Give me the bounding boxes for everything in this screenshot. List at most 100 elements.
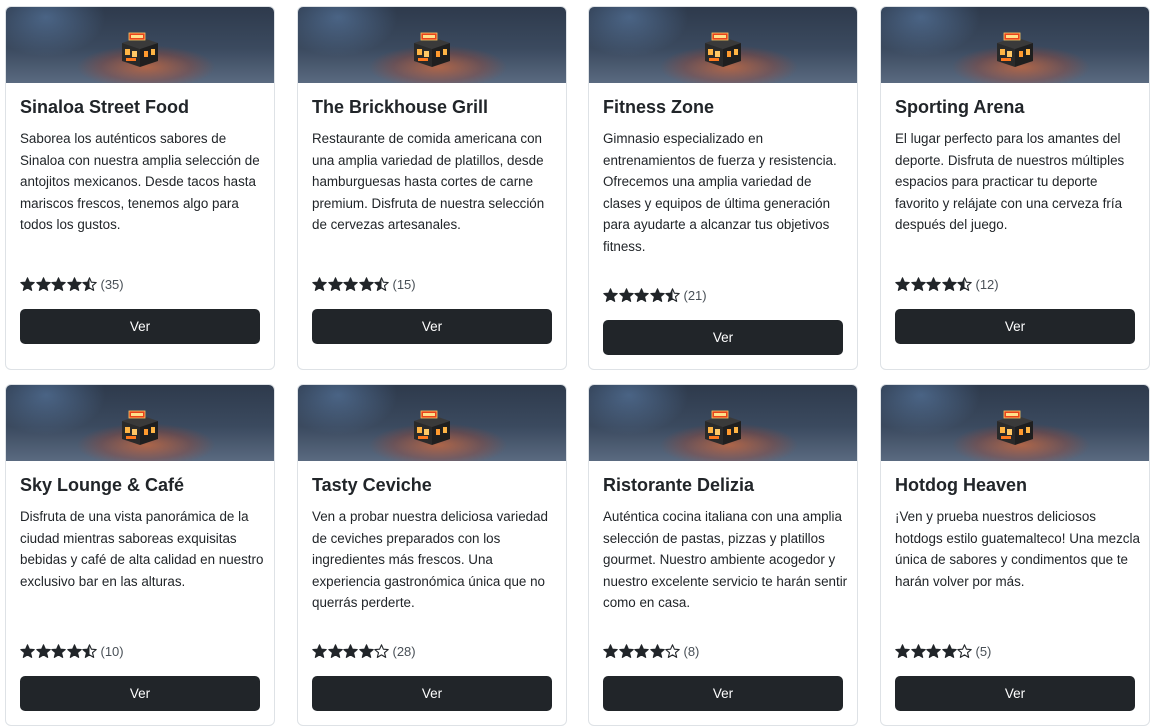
star-empty-icon	[374, 644, 389, 658]
store-open-icon	[705, 32, 741, 67]
view-button[interactable]: Ver	[895, 676, 1135, 711]
star-full-icon	[20, 277, 35, 291]
store-open-icon	[705, 410, 741, 445]
card-image	[6, 385, 274, 461]
review-count: (12)	[975, 277, 999, 292]
star-half-icon	[665, 288, 680, 302]
review-count: (28)	[392, 644, 416, 659]
review-count: (15)	[392, 277, 416, 292]
star-full-icon	[343, 277, 358, 291]
star-full-icon	[51, 277, 66, 291]
star-rating: (12)	[895, 277, 999, 292]
star-rating: (28)	[312, 644, 416, 659]
review-count: (35)	[100, 277, 124, 292]
view-button[interactable]: Ver	[20, 309, 260, 344]
star-full-icon	[312, 277, 327, 291]
business-card: Fitness Zone Gimnasio especializado en e…	[588, 6, 858, 370]
star-full-icon	[327, 644, 343, 658]
star-full-icon	[618, 288, 634, 302]
star-full-icon	[66, 644, 82, 658]
review-count: (5)	[975, 644, 992, 659]
star-rating: (5)	[895, 644, 991, 659]
star-full-icon	[35, 277, 51, 291]
star-full-icon	[603, 644, 618, 658]
star-rating: (8)	[603, 644, 699, 659]
store-open-icon	[997, 410, 1033, 445]
star-rating: (35)	[20, 277, 124, 292]
business-card: The Brickhouse Grill Restaurante de comi…	[297, 6, 567, 370]
star-full-icon	[634, 644, 649, 658]
star-full-icon	[618, 644, 634, 658]
star-rating: (10)	[20, 644, 124, 659]
card-description: Restaurante de comida americana con una …	[312, 131, 545, 233]
card-title: Sporting Arena	[895, 97, 1025, 117]
star-half-icon	[82, 277, 97, 291]
star-full-icon	[312, 644, 327, 658]
view-button[interactable]: Ver	[312, 676, 552, 711]
rating-stars	[312, 277, 390, 292]
business-card: Sporting Arena El lugar perfecto para lo…	[880, 6, 1150, 370]
star-full-icon	[941, 277, 957, 291]
card-description: Disfruta de una vista panorámica de la c…	[20, 509, 264, 589]
card-title: Fitness Zone	[603, 97, 715, 117]
card-description: Gimnasio especializado en entrenamientos…	[603, 131, 837, 254]
rating-stars	[312, 644, 390, 659]
store-open-icon	[122, 32, 158, 67]
card-title: Sinaloa Street Food	[20, 97, 190, 117]
view-button[interactable]: Ver	[20, 676, 260, 711]
store-open-icon	[414, 410, 450, 445]
card-image	[589, 385, 857, 461]
star-full-icon	[926, 277, 941, 291]
rating-stars	[895, 644, 973, 659]
view-button[interactable]: Ver	[603, 676, 843, 711]
star-full-icon	[327, 277, 343, 291]
star-full-icon	[51, 644, 66, 658]
business-card-grid: Sinaloa Street Food Saborea los auténtic…	[0, 0, 1151, 728]
rating-stars	[20, 277, 98, 292]
store-open-icon	[414, 32, 450, 67]
business-card: Sky Lounge & Café Disfruta de una vista …	[5, 384, 275, 726]
star-full-icon	[35, 644, 51, 658]
star-full-icon	[358, 277, 374, 291]
store-open-icon	[122, 410, 158, 445]
card-image	[6, 7, 274, 83]
star-rating: (21)	[603, 288, 707, 303]
rating-stars	[603, 644, 681, 659]
star-full-icon	[66, 277, 82, 291]
card-description: Saborea los auténticos sabores de Sinalo…	[20, 131, 260, 233]
star-full-icon	[910, 277, 926, 291]
star-full-icon	[910, 644, 926, 658]
card-description: ¡Ven y prueba nuestros deliciosos hotdog…	[895, 509, 1140, 589]
rating-stars	[20, 644, 98, 659]
view-button[interactable]: Ver	[603, 320, 843, 355]
star-empty-icon	[957, 644, 972, 658]
star-full-icon	[649, 288, 665, 302]
card-image	[589, 7, 857, 83]
view-button[interactable]: Ver	[895, 309, 1135, 344]
store-open-icon	[997, 32, 1033, 67]
review-count: (21)	[683, 288, 707, 303]
review-count: (8)	[683, 644, 700, 659]
star-full-icon	[895, 644, 910, 658]
card-image	[298, 7, 566, 83]
card-title: Ristorante Delizia	[603, 475, 755, 495]
card-title: Tasty Ceviche	[312, 475, 432, 495]
business-card: Ristorante Delizia Auténtica cocina ital…	[588, 384, 858, 726]
star-full-icon	[358, 644, 374, 658]
review-count: (10)	[100, 644, 124, 659]
business-card: Tasty Ceviche Ven a probar nuestra delic…	[297, 384, 567, 726]
business-card: Sinaloa Street Food Saborea los auténtic…	[5, 6, 275, 370]
view-button[interactable]: Ver	[312, 309, 552, 344]
rating-stars	[603, 288, 681, 303]
star-half-icon	[374, 277, 389, 291]
card-image	[881, 7, 1149, 83]
star-half-icon	[82, 644, 97, 658]
business-card: Hotdog Heaven ¡Ven y prueba nuestros del…	[880, 384, 1150, 726]
card-image	[298, 385, 566, 461]
card-title: Sky Lounge & Café	[20, 475, 185, 495]
rating-stars	[895, 277, 973, 292]
card-title: The Brickhouse Grill	[312, 97, 489, 117]
star-empty-icon	[665, 644, 680, 658]
card-description: El lugar perfecto para los amantes del d…	[895, 131, 1125, 233]
star-full-icon	[343, 644, 358, 658]
